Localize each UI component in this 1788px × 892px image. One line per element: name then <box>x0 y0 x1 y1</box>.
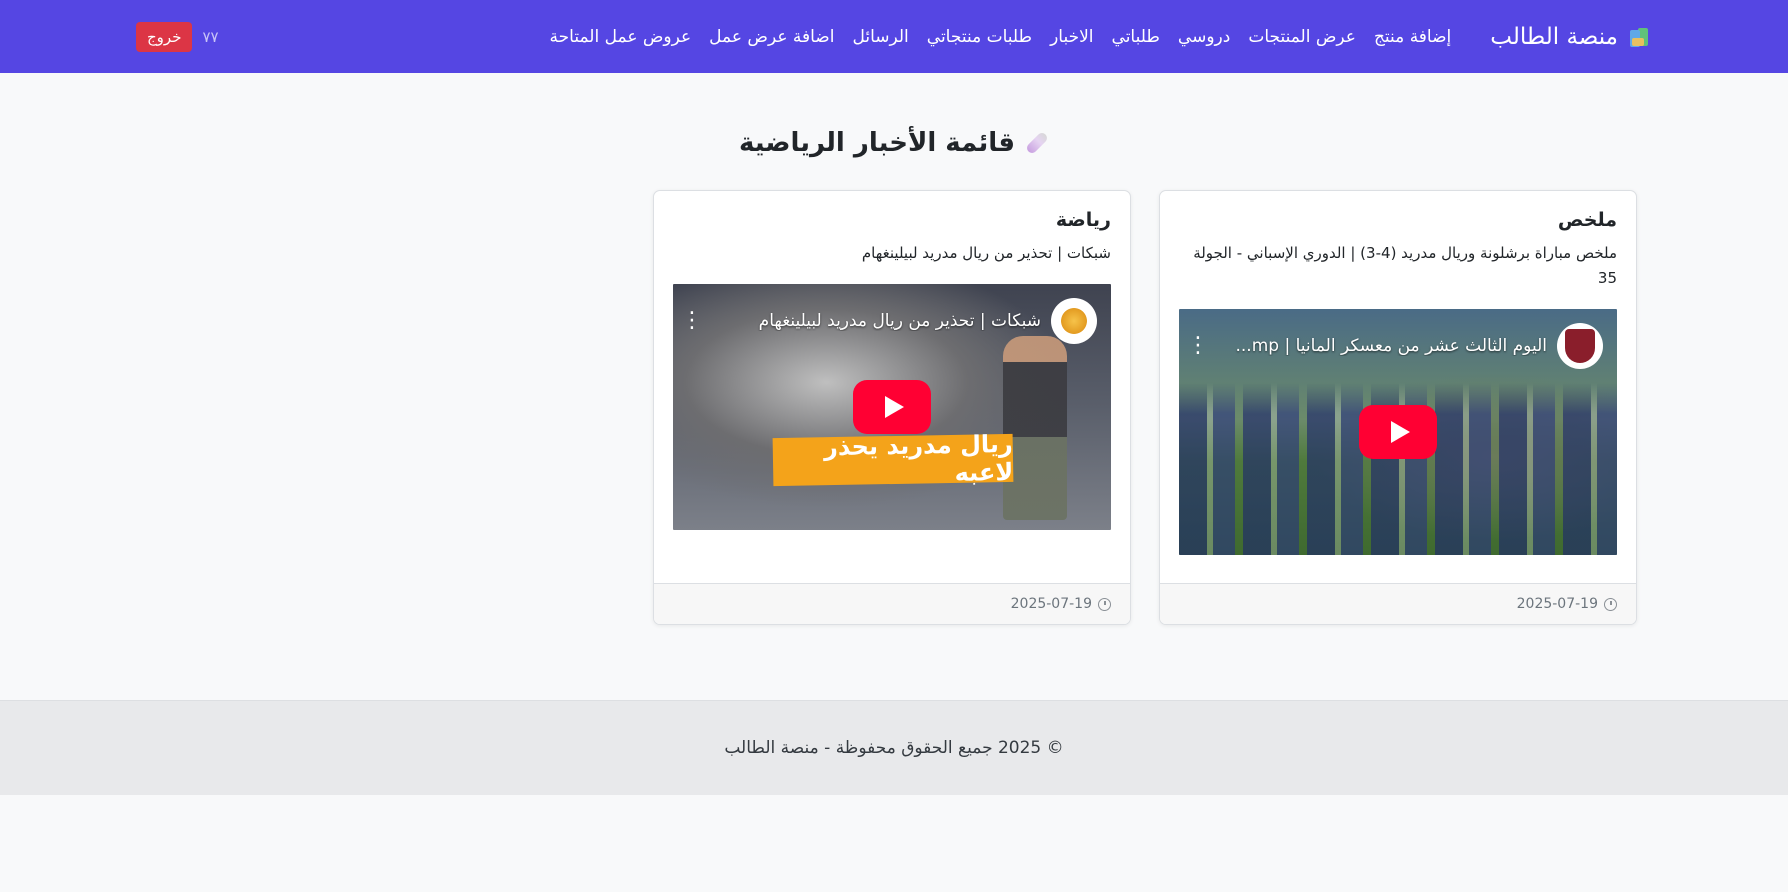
channel-avatar[interactable] <box>1557 323 1603 369</box>
news-date: 2025-07-19 <box>1516 596 1598 612</box>
video-embed[interactable]: ريال مدريد يحذر لاعبه شبكات | تحذير من ر… <box>673 284 1111 530</box>
news-category: ملخص <box>1557 209 1617 231</box>
nav-link-add-product[interactable]: إضافة منتج <box>1365 27 1460 47</box>
page-title: قائمة الأخبار الرياضية <box>0 128 1788 158</box>
news-card: ملخص ملخص مباراة برشلونة وريال مدريد (4-… <box>1159 190 1637 625</box>
nav-link-my-orders[interactable]: طلباتي <box>1103 27 1169 47</box>
video-embed[interactable]: اليوم الثالث عشر من معسكر المانيا | mp..… <box>1179 309 1617 555</box>
video-title[interactable]: شبكات | تحذير من ريال مدريد لبيلينغهام <box>713 311 1041 331</box>
brand-label: منصة الطالب <box>1490 23 1618 50</box>
news-category: رياضة <box>1055 209 1111 231</box>
nav-link-product-orders[interactable]: طلبات منتجاتي <box>918 27 1041 47</box>
nav-user-area: ٧٧ خروج <box>136 21 219 52</box>
play-icon <box>884 396 904 418</box>
news-date: 2025-07-19 <box>1010 596 1092 612</box>
news-headline: ملخص مباراة برشلونة وريال مدريد (4-3) | … <box>1193 244 1617 287</box>
brand[interactable]: منصة الطالب <box>1490 24 1650 50</box>
news-card: رياضة شبكات | تحذير من ريال مدريد لبيلين… <box>653 190 1131 625</box>
news-headline: شبكات | تحذير من ريال مدريد لبيلينغهام <box>861 244 1111 262</box>
nav-links: إضافة منتج عرض المنتجات دروسي طلباتي الا… <box>541 27 1461 47</box>
nav-link-news[interactable]: الاخبار <box>1041 27 1102 47</box>
play-button[interactable] <box>853 380 931 434</box>
nav-link-my-lessons[interactable]: دروسي <box>1169 27 1239 47</box>
nav-link-products[interactable]: عرض المنتجات <box>1239 27 1365 47</box>
more-options-icon[interactable]: ⋮ <box>681 310 703 332</box>
video-header: اليوم الثالث عشر من معسكر المانيا | mp..… <box>1187 323 1603 369</box>
books-icon <box>1626 26 1650 48</box>
logout-button[interactable]: خروج <box>136 21 193 52</box>
footer-text: © 2025 جميع الحقوق محفوظة - منصة الطالب <box>724 738 1064 758</box>
news-card-footer: 2025-07-19 <box>1160 583 1636 624</box>
play-button[interactable] <box>1359 405 1437 459</box>
nav-link-jobs[interactable]: عروض عمل المتاحة <box>541 27 701 47</box>
video-thumbnail <box>1003 336 1067 520</box>
clock-icon <box>1604 597 1617 611</box>
play-icon <box>1390 421 1410 443</box>
user-name: ٧٧ <box>202 27 219 46</box>
news-card-footer: 2025-07-19 <box>654 583 1130 624</box>
more-options-icon[interactable]: ⋮ <box>1187 335 1209 357</box>
video-banner: ريال مدريد يحذر لاعبه <box>772 430 1013 487</box>
nav-link-messages[interactable]: الرسائل <box>843 27 917 47</box>
footer: © 2025 جميع الحقوق محفوظة - منصة الطالب <box>0 700 1788 795</box>
navbar: منصة الطالب إضافة منتج عرض المنتجات دروس… <box>0 0 1788 73</box>
syringe-icon <box>1025 130 1050 156</box>
channel-avatar[interactable] <box>1051 298 1097 344</box>
news-list: ملخص ملخص مباراة برشلونة وريال مدريد (4-… <box>653 190 1637 625</box>
clock-icon <box>1098 597 1111 611</box>
nav-link-add-job[interactable]: اضافة عرض عمل <box>700 27 843 47</box>
video-title[interactable]: اليوم الثالث عشر من معسكر المانيا | mp..… <box>1219 336 1548 356</box>
video-header: شبكات | تحذير من ريال مدريد لبيلينغهام ⋮ <box>681 298 1097 344</box>
page-title-text: قائمة الأخبار الرياضية <box>738 128 1016 158</box>
